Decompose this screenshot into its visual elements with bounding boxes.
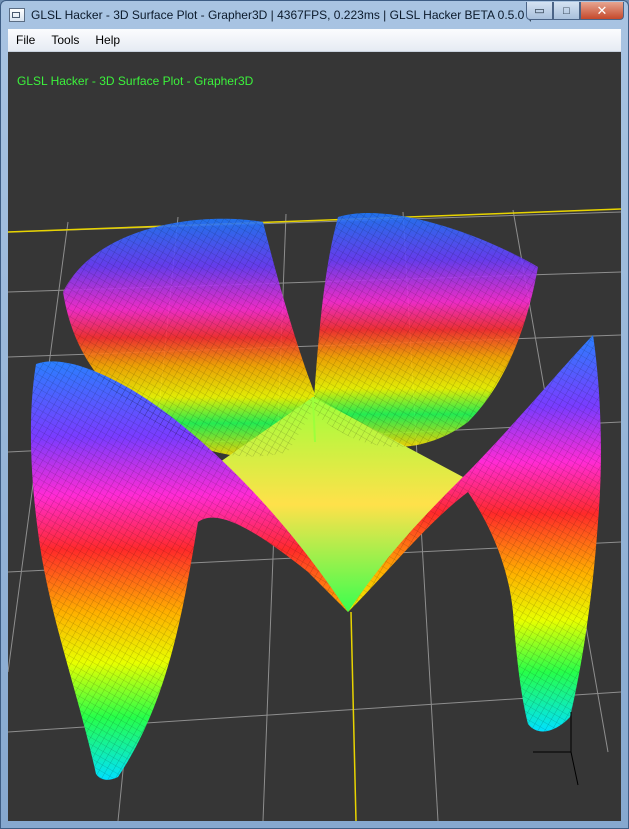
- close-button[interactable]: ✕: [580, 2, 624, 20]
- maximize-icon: □: [563, 4, 570, 17]
- menu-file[interactable]: File: [8, 30, 43, 50]
- minimize-icon: ▭: [534, 5, 545, 17]
- menu-tools[interactable]: Tools: [43, 30, 87, 50]
- minimize-button[interactable]: ▭: [526, 2, 553, 20]
- app-window: GLSL Hacker - 3D Surface Plot - Grapher3…: [0, 0, 629, 829]
- menu-help[interactable]: Help: [87, 30, 128, 50]
- viewport-overlay-title: GLSL Hacker - 3D Surface Plot - Grapher3…: [17, 74, 254, 88]
- render-viewport[interactable]: GLSL Hacker - 3D Surface Plot - Grapher3…: [8, 52, 621, 821]
- close-icon: ✕: [596, 2, 608, 18]
- maximize-button[interactable]: □: [553, 2, 580, 20]
- window-title: GLSL Hacker - 3D Surface Plot - Grapher3…: [31, 8, 531, 22]
- menu-bar: File Tools Help: [8, 29, 621, 52]
- title-bar[interactable]: GLSL Hacker - 3D Surface Plot - Grapher3…: [1, 1, 628, 29]
- surface-plot-canvas[interactable]: [8, 52, 621, 821]
- window-controls: ▭ □ ✕: [526, 2, 624, 20]
- app-icon[interactable]: [9, 8, 25, 22]
